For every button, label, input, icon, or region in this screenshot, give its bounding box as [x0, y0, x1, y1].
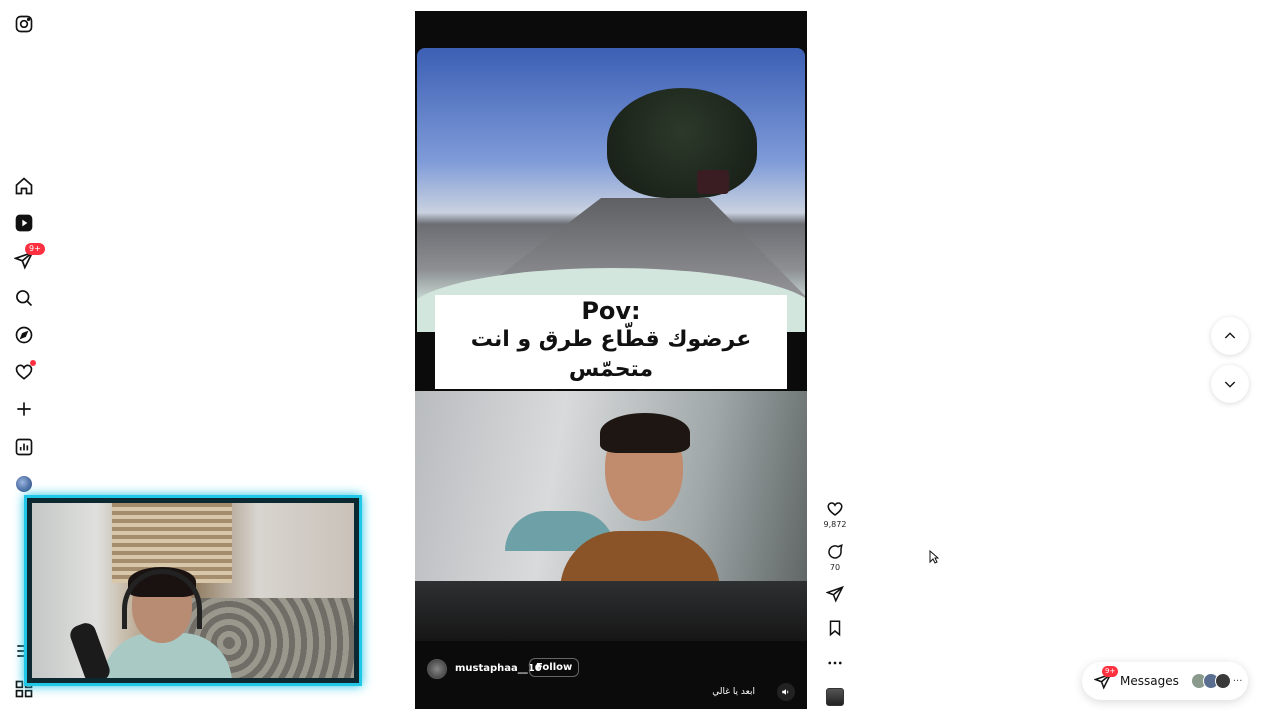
explore-icon[interactable]	[13, 324, 35, 346]
reel-footer: mustaphaa__10 Follow ابعد يا غالي	[415, 641, 807, 709]
messages-button[interactable]: 9+ Messages ···	[1082, 662, 1248, 700]
messages-pill-icon: 9+	[1093, 666, 1119, 690]
mouse-cursor-icon	[929, 550, 939, 564]
search-icon[interactable]	[13, 287, 35, 309]
car-shape	[697, 170, 729, 194]
messages-nav-icon[interactable]: 9+	[13, 243, 45, 271]
more-options-icon[interactable]	[826, 654, 844, 672]
dashboard-icon[interactable]	[13, 436, 35, 458]
message-avatars	[1190, 673, 1231, 689]
profile-avatar[interactable]	[13, 473, 35, 495]
audio-thumbnail-image	[826, 688, 844, 706]
reel-video[interactable]: Pov: عرضوك قطّاع طرق و انت متحمّس و عندك…	[415, 11, 807, 709]
like-action[interactable]: 9,872	[820, 500, 850, 529]
comment-icon[interactable]	[826, 543, 844, 561]
audio-thumbnail[interactable]	[820, 688, 850, 706]
save-action[interactable]	[820, 619, 850, 637]
author-avatar[interactable]	[427, 659, 447, 679]
chevron-down-icon	[1224, 381, 1236, 388]
chevron-up-icon	[1224, 332, 1236, 339]
video-scene-road	[417, 48, 805, 332]
comment-count: 70	[829, 563, 841, 572]
caption-line-1: عرضوك قطّاع طرق و انت متحمّس	[470, 327, 752, 382]
webcam-feed	[32, 503, 354, 678]
instagram-logo-icon[interactable]	[13, 13, 35, 35]
like-heart-icon[interactable]	[826, 500, 844, 518]
notifications-heart-icon[interactable]	[13, 360, 36, 383]
contact-avatar	[1214, 673, 1231, 689]
create-icon[interactable]	[13, 398, 35, 420]
more-action[interactable]	[820, 654, 850, 672]
reels-icon[interactable]	[13, 212, 35, 234]
home-icon[interactable]	[13, 175, 35, 197]
notification-dot	[30, 360, 36, 366]
previous-reel-button[interactable]	[1211, 317, 1249, 355]
volume-icon[interactable]	[777, 683, 795, 701]
audio-track-name[interactable]: ابعد يا غالي	[712, 687, 755, 697]
webcam-overlay	[24, 495, 362, 686]
instagram-reels-page: 9+ Pov: عرضوك قطّاع طرق و انت متحمّس mus…	[0, 0, 1280, 720]
microphone-shape	[67, 620, 113, 678]
comment-action[interactable]: 70	[820, 543, 850, 572]
driver-hair	[600, 413, 690, 453]
tree-shape	[607, 88, 757, 198]
messages-badge: 9+	[25, 243, 45, 255]
next-reel-button[interactable]	[1211, 365, 1249, 403]
like-count: 9,872	[823, 520, 847, 529]
share-icon[interactable]	[826, 585, 844, 603]
caption-title: Pov:	[581, 297, 641, 325]
messages-pill-badge: 9+	[1102, 666, 1119, 677]
profile-avatar-image	[16, 476, 32, 492]
messages-label: Messages	[1120, 674, 1179, 688]
share-action[interactable]	[820, 585, 850, 603]
follow-button[interactable]: Follow	[529, 658, 580, 677]
bookmark-icon[interactable]	[826, 619, 844, 637]
car-dashboard	[415, 581, 807, 641]
video-scene-driver	[415, 391, 807, 641]
more-dots-icon: ···	[1232, 675, 1243, 687]
video-caption-box: Pov: عرضوك قطّاع طرق و انت متحمّس و عندك…	[435, 295, 787, 412]
